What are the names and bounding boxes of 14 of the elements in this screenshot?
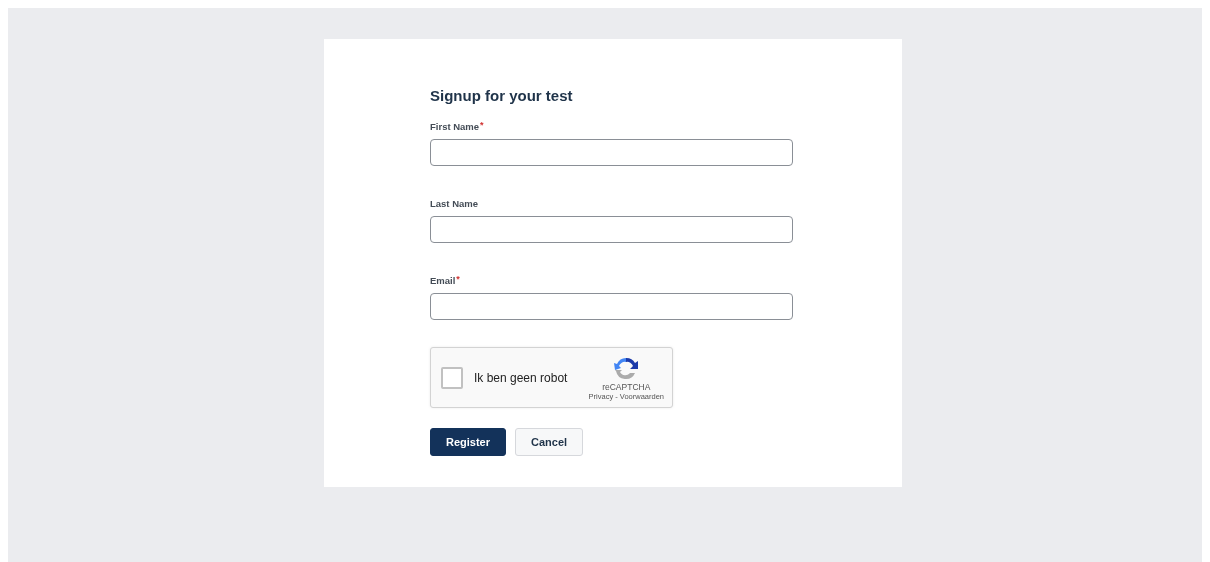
register-button[interactable]: Register [430, 428, 507, 456]
field-label: Email [430, 275, 456, 287]
field-label: First Name [430, 121, 480, 133]
input-field[interactable] [430, 216, 793, 243]
input-field[interactable] [430, 139, 793, 166]
captcha-brand: reCAPTCHA [602, 381, 651, 392]
required-mark: * [456, 275, 460, 286]
field-label: Last Name [430, 198, 479, 210]
required-mark: * [480, 121, 484, 132]
input-field[interactable] [430, 293, 793, 320]
form-title: Signup for your test [430, 87, 574, 105]
captcha-checkbox[interactable] [441, 366, 463, 389]
cancel-button[interactable]: Cancel [515, 428, 584, 456]
captcha-label: Ik ben geen robot [474, 370, 569, 385]
